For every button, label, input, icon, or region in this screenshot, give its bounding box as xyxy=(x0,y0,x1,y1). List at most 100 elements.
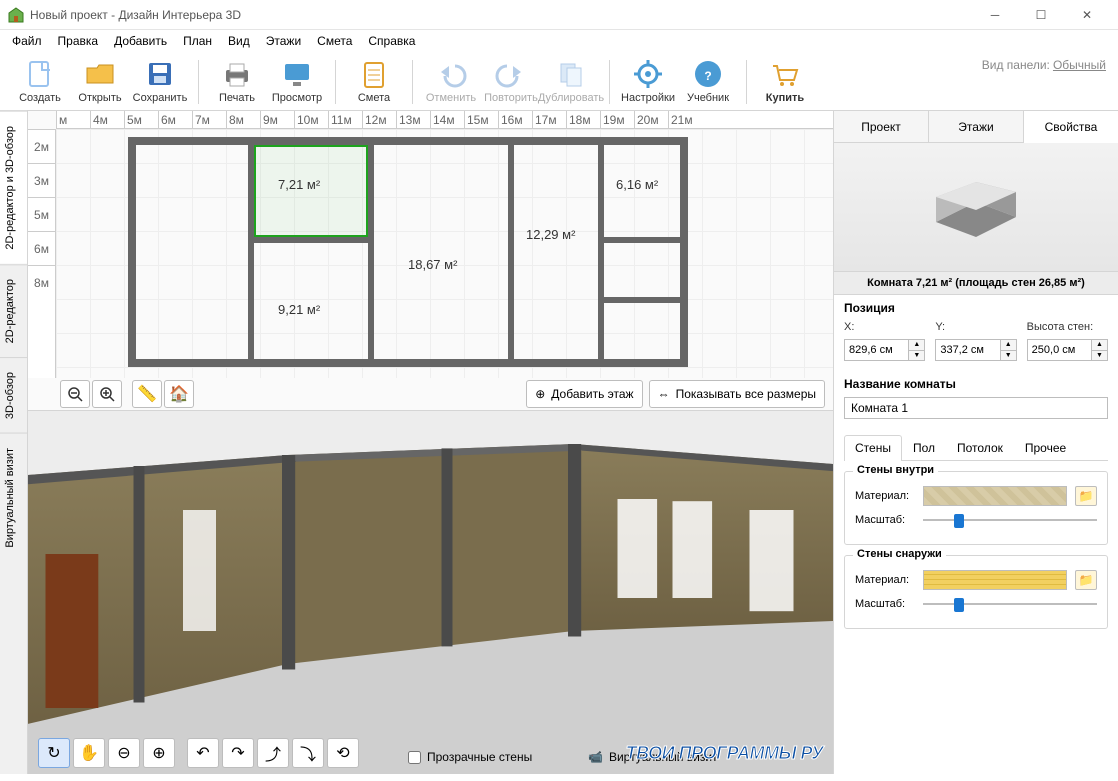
actions-2d: ⊕Добавить этаж ⇔Показывать все размеры xyxy=(526,378,825,410)
minimize-button[interactable]: ─ xyxy=(972,0,1018,30)
toolbar-duplicate[interactable]: Дублировать xyxy=(541,56,601,108)
show-sizes-button[interactable]: ⇔Показывать все размеры xyxy=(649,380,825,408)
menu-bar: Файл Правка Добавить План Вид Этажи Смет… xyxy=(0,30,1118,52)
svg-text:?: ? xyxy=(704,69,711,83)
zoom-out-button[interactable] xyxy=(60,380,90,408)
room-name-title: Название комнаты xyxy=(844,377,1108,391)
toolbar-tutorial[interactable]: ?Учебник xyxy=(678,56,738,108)
room-label: 18,67 м² xyxy=(408,257,457,272)
rotate-left-button[interactable]: ↶ xyxy=(187,738,219,768)
pan-button[interactable]: ✋ xyxy=(73,738,105,768)
tilt-down-button[interactable]: ⤵ xyxy=(292,738,324,768)
watermark: ТВОИ ПРОГРАММЫ РУ xyxy=(626,743,823,764)
view-3d[interactable]: ↻ ✋ ⊖ ⊕ ↶ ↷ ⤴ ⤵ ⟲ Прозрачные стены 📹Вирт… xyxy=(28,411,833,774)
side-tab-2d[interactable]: 2D-редактор xyxy=(0,264,27,357)
orbit-button[interactable]: ↻ xyxy=(38,738,70,768)
zoom-in-button[interactable] xyxy=(92,380,122,408)
position-y-input[interactable]: ▲▼ xyxy=(935,339,1016,361)
floorplan-canvas[interactable]: 7,21 м² 6,16 м² 12,29 м² 18,67 м² 9,21 м… xyxy=(56,129,833,378)
folder-icon: 📁 xyxy=(1079,573,1094,587)
room-name-input[interactable] xyxy=(844,397,1108,419)
rotate-right-button[interactable]: ↷ xyxy=(222,738,254,768)
zoom-out-3d-button[interactable]: ⊖ xyxy=(108,738,140,768)
inside-material-browse[interactable]: 📁 xyxy=(1075,486,1097,506)
outside-material-swatch[interactable] xyxy=(923,570,1067,590)
outside-scale-slider[interactable] xyxy=(923,596,1097,612)
cart-icon xyxy=(769,58,801,90)
properties-panel: Проект Этажи Свойства Комната 7,21 м² (п… xyxy=(834,111,1118,774)
outside-material-browse[interactable]: 📁 xyxy=(1075,570,1097,590)
close-button[interactable]: ✕ xyxy=(1064,0,1110,30)
view-2d[interactable]: м4м5м6м7м8м9м10м11м12м13м14м15м16м17м18м… xyxy=(28,111,833,411)
subtab-ceiling[interactable]: Потолок xyxy=(946,435,1014,460)
menu-floors[interactable]: Этажи xyxy=(258,32,309,50)
side-tabs: 2D-редактор и 3D-обзор 2D-редактор 3D-об… xyxy=(0,111,28,774)
spin-down-icon[interactable]: ▼ xyxy=(909,351,924,361)
panel-tab-properties[interactable]: Свойства xyxy=(1024,111,1118,143)
dimensions-icon: ⇔ xyxy=(658,387,670,401)
menu-view[interactable]: Вид xyxy=(220,32,258,50)
zoom-out-icon xyxy=(67,386,83,402)
transparent-walls-checkbox[interactable]: Прозрачные стены xyxy=(408,750,532,764)
walls-inside-group: Стены внутри Материал:📁 Масштаб: xyxy=(844,471,1108,545)
folder-open-icon xyxy=(84,58,116,90)
side-tab-virtual[interactable]: Виртуальный визит xyxy=(0,433,27,562)
toolbar-2d: 📏 🏠 xyxy=(60,378,194,410)
menu-edit[interactable]: Правка xyxy=(50,32,107,50)
toolbar-buy[interactable]: Купить xyxy=(755,56,815,108)
room-label: 9,21 м² xyxy=(278,302,320,317)
inside-scale-slider[interactable] xyxy=(923,512,1097,528)
panel-mode-link[interactable]: Обычный xyxy=(1053,58,1106,72)
menu-help[interactable]: Справка xyxy=(360,32,423,50)
toolbar-save[interactable]: Сохранить xyxy=(130,56,190,108)
folder-icon: 📁 xyxy=(1079,489,1094,503)
subtab-walls[interactable]: Стены xyxy=(844,435,902,461)
reset-view-button[interactable]: ⟲ xyxy=(327,738,359,768)
ruler-vertical: 2м3м5м6м8м xyxy=(28,129,56,378)
app-icon xyxy=(8,7,24,23)
menu-plan[interactable]: План xyxy=(175,32,220,50)
side-tab-3d[interactable]: 3D-обзор xyxy=(0,357,27,433)
add-floor-button[interactable]: ⊕Добавить этаж xyxy=(526,380,642,408)
toolbar-redo[interactable]: Повторить xyxy=(481,56,541,108)
panel-tab-project[interactable]: Проект xyxy=(834,111,929,142)
panel-mode: Вид панели: Обычный xyxy=(982,58,1106,72)
printer-icon xyxy=(221,58,253,90)
toolbar-print[interactable]: Печать xyxy=(207,56,267,108)
panel-tab-floors[interactable]: Этажи xyxy=(929,111,1024,142)
window-title: Новый проект - Дизайн Интерьера 3D xyxy=(30,8,972,22)
walls-outside-group: Стены снаружи Материал:📁 Масштаб: xyxy=(844,555,1108,629)
save-icon xyxy=(144,58,176,90)
tilt-up-button[interactable]: ⤴ xyxy=(257,738,289,768)
help-icon: ? xyxy=(692,58,724,90)
notepad-icon xyxy=(358,58,390,90)
toolbar-open[interactable]: Открыть xyxy=(70,56,130,108)
ruler-horizontal: м4м5м6м7м8м9м10м11м12м13м14м15м16м17м18м… xyxy=(56,111,833,129)
menu-file[interactable]: Файл xyxy=(4,32,50,50)
menu-estimate[interactable]: Смета xyxy=(309,32,360,50)
menu-add[interactable]: Добавить xyxy=(106,32,175,50)
home-button[interactable]: 🏠 xyxy=(164,380,194,408)
maximize-button[interactable]: ☐ xyxy=(1018,0,1064,30)
spin-up-icon[interactable]: ▲ xyxy=(909,340,924,351)
toolbar-preview[interactable]: Просмотр xyxy=(267,56,327,108)
measure-button[interactable]: 📏 xyxy=(132,380,162,408)
room-label: 6,16 м² xyxy=(616,177,658,192)
room-label: 7,21 м² xyxy=(278,177,320,192)
new-file-icon xyxy=(24,58,56,90)
zoom-in-3d-button[interactable]: ⊕ xyxy=(143,738,175,768)
toolbar-settings[interactable]: Настройки xyxy=(618,56,678,108)
monitor-icon xyxy=(281,58,313,90)
toolbar-estimate[interactable]: Смета xyxy=(344,56,404,108)
toolbar-undo[interactable]: Отменить xyxy=(421,56,481,108)
wall-height-input[interactable]: ▲▼ xyxy=(1027,339,1108,361)
subtab-other[interactable]: Прочее xyxy=(1014,435,1077,460)
position-x-input[interactable]: ▲▼ xyxy=(844,339,925,361)
inside-material-swatch[interactable] xyxy=(923,486,1067,506)
side-tab-2d3d[interactable]: 2D-редактор и 3D-обзор xyxy=(0,111,27,264)
position-title: Позиция xyxy=(844,301,1108,315)
subtab-floor[interactable]: Пол xyxy=(902,435,946,460)
toolbar-create[interactable]: Создать xyxy=(10,56,70,108)
toolbar-3d: ↻ ✋ ⊖ ⊕ ↶ ↷ ⤴ ⤵ ⟲ xyxy=(38,738,359,768)
title-bar: Новый проект - Дизайн Интерьера 3D ─ ☐ ✕ xyxy=(0,0,1118,30)
